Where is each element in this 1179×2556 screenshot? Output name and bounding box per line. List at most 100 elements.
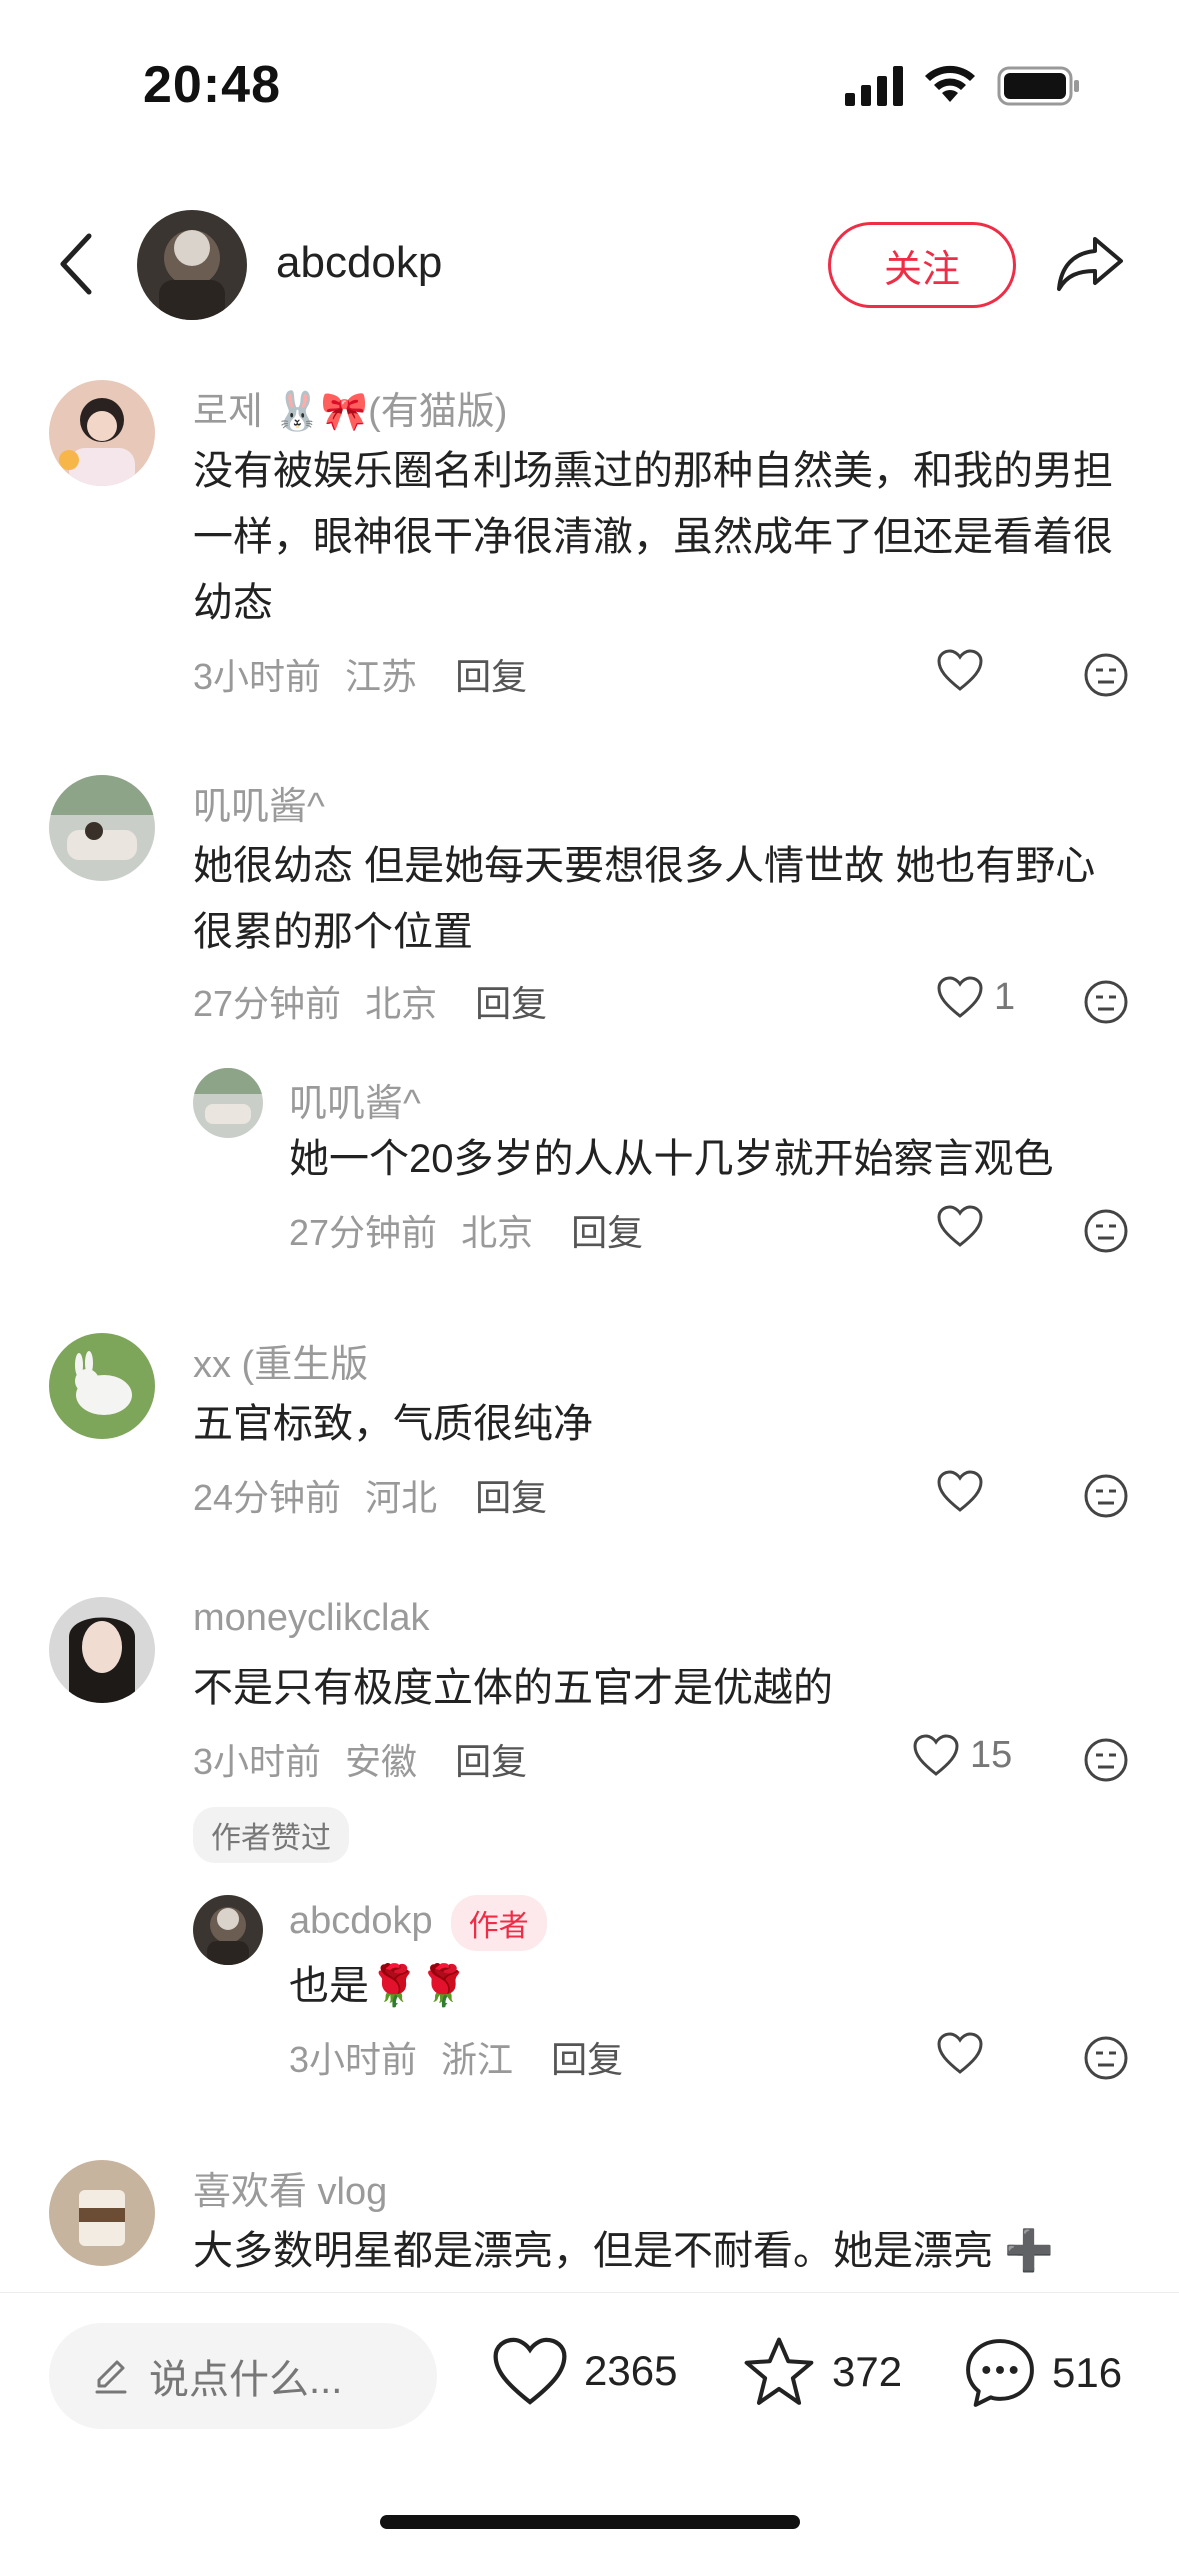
avatar[interactable]: [193, 1068, 263, 1138]
comment-text[interactable]: 没有被娱乐圈名利场熏过的那种自然美，和我的男担一样，眼神很干净很清澈，虽然成年了…: [193, 438, 1123, 636]
post-header: abcdokp 关注: [0, 200, 1179, 330]
comment-time: 3小时前: [193, 656, 322, 697]
status-time: 20:48: [143, 56, 281, 114]
home-indicator[interactable]: [380, 2515, 800, 2529]
avatar[interactable]: [49, 1333, 155, 1439]
like-button[interactable]: [936, 648, 984, 692]
comment-time: 27分钟前: [193, 983, 342, 1024]
share-button[interactable]: [1052, 230, 1128, 296]
like-post-button[interactable]: 2365: [490, 2335, 677, 2407]
like-count: 1: [994, 975, 1016, 1018]
comment-input[interactable]: 说点什么...: [49, 2323, 437, 2429]
comment-meta: 27分钟前 北京 回复: [193, 975, 547, 1027]
author-liked-tag: 作者赞过: [193, 1807, 349, 1863]
post-comment-count: 516: [1052, 2349, 1123, 2396]
battery-icon: [997, 66, 1079, 106]
reply-button[interactable]: 回复: [455, 656, 527, 697]
heart-icon: [937, 976, 983, 1018]
heart-icon: [913, 1734, 959, 1776]
collect-button[interactable]: 372: [740, 2335, 902, 2409]
avatar[interactable]: [49, 1597, 155, 1703]
author-badge: 作者: [450, 1895, 547, 1951]
pencil-icon: [95, 2360, 127, 2394]
comment-text[interactable]: 她很幼态 但是她每天要想很多人情世故 她也有野心 很累的那个位置: [193, 833, 1123, 965]
dislike-icon[interactable]: [1083, 1473, 1129, 1519]
like-button[interactable]: [936, 1469, 984, 1513]
post-like-count: 2365: [584, 2347, 678, 2394]
comment-input-placeholder: 说点什么...: [149, 2358, 343, 2402]
comment-meta: 3小时前 江苏 回复: [193, 648, 527, 700]
reply-username[interactable]: abcdokp: [289, 1900, 433, 1942]
comment-item: 로제 🐰🎀(有猫版) 没有被娱乐圈名利场熏过的那种自然美，和我的男担一样，眼神很…: [0, 380, 1179, 710]
reply-meta: 3小时前 浙江 回复: [289, 2031, 623, 2083]
comment-location: 江苏: [345, 656, 418, 697]
reply-text[interactable]: 也是🌹🌹: [289, 1953, 1129, 2019]
avatar[interactable]: [49, 775, 155, 881]
reply-button[interactable]: 回复: [551, 2039, 623, 2080]
author-username[interactable]: abcdokp: [276, 238, 442, 288]
comment-item: xx (重生版 五官标致，气质很纯净 24分钟前 河北 回复: [0, 1333, 1179, 1533]
bottom-action-bar: 说点什么... 2365 372 516: [0, 2292, 1179, 2556]
comment-item: 叽叽酱^ 她很幼态 但是她每天要想很多人情世故 她也有野心 很累的那个位置 27…: [0, 775, 1179, 1024]
reply-username[interactable]: 叽叽酱^: [289, 1072, 421, 1127]
comment-text[interactable]: 五官标致，气质很纯净: [193, 1391, 1123, 1457]
comments-button[interactable]: 516: [962, 2335, 1122, 2411]
reply-time: 27分钟前: [289, 1212, 438, 1253]
comment-text[interactable]: 不是只有极度立体的五官才是优越的: [193, 1655, 1123, 1721]
comment-username[interactable]: xx (重生版: [193, 1333, 368, 1388]
comment-item: moneyclikclak 不是只有极度立体的五官才是优越的 3小时前 安徽 回…: [0, 1597, 1179, 1877]
reply-item: abcdokp 作者 也是🌹🌹 3小时前 浙江 回复: [0, 1895, 1179, 2095]
status-bar: 20:48: [0, 0, 1179, 170]
dislike-icon[interactable]: [1083, 652, 1129, 698]
avatar[interactable]: [49, 2160, 155, 2266]
heart-icon: [937, 1205, 983, 1247]
author-avatar[interactable]: [137, 210, 247, 320]
back-button[interactable]: [50, 228, 100, 300]
avatar[interactable]: [193, 1895, 263, 1965]
dislike-icon[interactable]: [1083, 1208, 1129, 1254]
reply-text[interactable]: 她一个20多岁的人从十几岁就开始察言观色: [289, 1126, 1129, 1192]
comment-meta: 3小时前 安徽 回复: [193, 1733, 527, 1785]
cellular-signal-icon: [845, 66, 903, 106]
share-icon: [1057, 237, 1123, 291]
comment-location: 北京: [365, 983, 438, 1024]
like-count: 15: [970, 1733, 1013, 1776]
comment-meta: 24分钟前 河北 回复: [193, 1469, 547, 1521]
avatar[interactable]: [49, 380, 155, 486]
comment-time: 3小时前: [193, 1741, 322, 1782]
comment-location: 河北: [365, 1477, 438, 1518]
reply-location: 浙江: [441, 2039, 514, 2080]
follow-button[interactable]: 关注: [828, 222, 1016, 308]
comment-username[interactable]: 로제 🐰🎀(有猫版): [193, 380, 507, 435]
like-button[interactable]: 1: [936, 975, 1015, 1019]
comment-username[interactable]: 喜欢看 vlog: [193, 2160, 387, 2215]
like-button[interactable]: 15: [912, 1733, 1012, 1777]
reply-time: 3小时前: [289, 2039, 418, 2080]
like-button[interactable]: [936, 2031, 984, 2075]
comment-bubble-icon: [966, 2339, 1034, 2407]
comment-item: 喜欢看 vlog 大多数明星都是漂亮，但是不耐看。她是漂亮 ➕: [0, 2160, 1179, 2292]
reply-meta: 27分钟前 北京 回复: [289, 1204, 643, 1256]
comment-username[interactable]: moneyclikclak: [193, 1597, 430, 1640]
comment-time: 24分钟前: [193, 1477, 342, 1518]
reply-button[interactable]: 回复: [475, 983, 547, 1024]
star-icon: [744, 2337, 814, 2405]
wifi-icon: [925, 65, 975, 102]
reply-username-row: abcdokp 作者: [289, 1895, 547, 1951]
dislike-icon[interactable]: [1083, 979, 1129, 1025]
comment-location: 安徽: [345, 1741, 418, 1782]
dislike-icon[interactable]: [1083, 1737, 1129, 1783]
heart-icon: [937, 649, 983, 691]
heart-icon: [937, 1470, 983, 1512]
reply-item: 叽叽酱^ 她一个20多岁的人从十几岁就开始察言观色 27分钟前 北京 回复: [0, 1068, 1179, 1268]
comment-username[interactable]: 叽叽酱^: [193, 775, 325, 830]
like-button[interactable]: [936, 1204, 984, 1248]
comment-text[interactable]: 大多数明星都是漂亮，但是不耐看。她是漂亮 ➕: [193, 2218, 1123, 2284]
reply-button[interactable]: 回复: [571, 1212, 643, 1253]
post-collect-count: 372: [832, 2348, 903, 2395]
dislike-icon[interactable]: [1083, 2035, 1129, 2081]
reply-location: 北京: [461, 1212, 534, 1253]
reply-button[interactable]: 回复: [455, 1741, 527, 1782]
reply-button[interactable]: 回复: [475, 1477, 547, 1518]
heart-icon: [493, 2337, 567, 2405]
